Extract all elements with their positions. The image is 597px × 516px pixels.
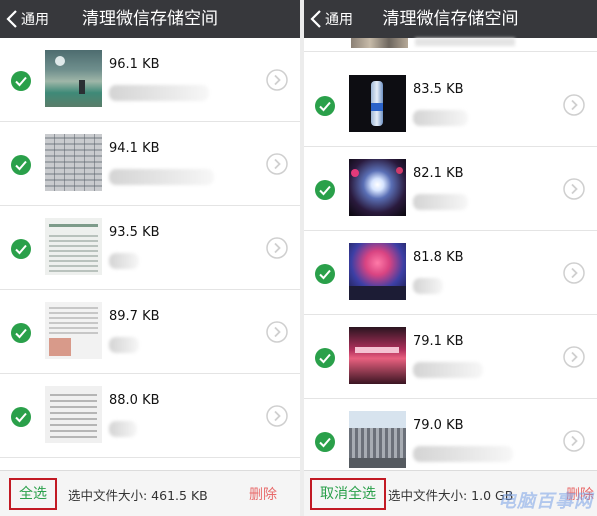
file-size: 79.1 KB (413, 334, 464, 349)
select-all-button[interactable]: 全选 (9, 478, 57, 510)
right-screen: 通用 清理微信存储空间 83.5 KB 82.1 KB 81.8 KB 79.1… (304, 0, 597, 516)
chevron-right-icon[interactable] (563, 346, 585, 368)
check-circle-icon[interactable] (315, 348, 335, 368)
file-size: 89.7 KB (109, 309, 160, 324)
check-circle-icon[interactable] (315, 432, 335, 452)
chevron-right-icon[interactable] (563, 178, 585, 200)
file-info-blurred (109, 421, 137, 437)
check-circle-icon[interactable] (11, 71, 31, 91)
file-size: 82.1 KB (413, 166, 464, 181)
image-thumbnail (349, 411, 406, 468)
image-thumbnail (349, 159, 406, 216)
watermark-logo: 电脑百事网 (498, 491, 593, 512)
file-info-blurred (413, 362, 483, 378)
image-thumbnail (349, 243, 406, 300)
selected-size-label: 选中文件大小: 1.0 GB (388, 488, 514, 503)
file-info-blurred (413, 446, 513, 462)
file-size: 94.1 KB (109, 141, 160, 156)
list-item[interactable]: 82.1 KB (304, 147, 597, 231)
list-item[interactable]: 88.0 KB (0, 374, 300, 458)
image-thumbnail (351, 38, 408, 48)
page-title: 清理微信存储空间 (82, 9, 218, 29)
list-item[interactable]: 79.1 KB (304, 315, 597, 399)
deselect-all-button[interactable]: 取消全选 (310, 478, 386, 510)
nav-bar: 通用 清理微信存储空间 (304, 0, 597, 38)
file-info-blurred (413, 110, 468, 126)
chevron-right-icon[interactable] (563, 262, 585, 284)
delete-button[interactable]: 删除 (249, 484, 277, 504)
image-thumbnail (349, 75, 406, 132)
file-size: 79.0 KB (413, 418, 464, 433)
chevron-right-icon[interactable] (266, 405, 288, 427)
list-item[interactable]: 93.5 KB (0, 206, 300, 290)
chevron-right-icon[interactable] (266, 237, 288, 259)
chevron-right-icon[interactable] (266, 321, 288, 343)
image-thumbnail (45, 386, 102, 443)
nav-bar: 通用 清理微信存储空间 (0, 0, 300, 38)
list-item[interactable]: 94.1 KB (0, 122, 300, 206)
image-thumbnail (45, 50, 102, 107)
list-item[interactable]: 83.5 KB (304, 63, 597, 147)
check-circle-icon[interactable] (11, 323, 31, 343)
page-title: 清理微信存储空间 (382, 9, 519, 29)
file-size: 88.0 KB (109, 393, 160, 408)
check-circle-icon[interactable] (11, 407, 31, 427)
chevron-right-icon[interactable] (266, 153, 288, 175)
image-thumbnail (45, 218, 102, 275)
file-size: 96.1 KB (109, 57, 160, 72)
file-info-blurred (109, 85, 209, 101)
bottom-toolbar: 全选 选中文件大小: 461.5 KB 删除 (0, 470, 300, 516)
file-info-blurred (413, 194, 468, 210)
file-size: 81.8 KB (413, 250, 464, 265)
selected-size-label: 选中文件大小: 461.5 KB (68, 488, 208, 503)
check-circle-icon[interactable] (315, 264, 335, 284)
chevron-right-icon[interactable] (563, 430, 585, 452)
check-circle-icon[interactable] (315, 96, 335, 116)
file-size: 93.5 KB (109, 225, 160, 240)
check-circle-icon[interactable] (315, 180, 335, 200)
left-screen: 通用 清理微信存储空间 96.1 KB 94.1 KB 93.5 KB 89.7… (0, 0, 300, 516)
chevron-right-icon[interactable] (266, 69, 288, 91)
check-circle-icon[interactable] (11, 155, 31, 175)
file-info-blurred (413, 278, 443, 294)
list-item[interactable]: 81.8 KB (304, 231, 597, 315)
file-size: 83.5 KB (413, 82, 464, 97)
file-info-blurred (109, 253, 139, 269)
check-circle-icon[interactable] (11, 239, 31, 259)
image-thumbnail (45, 134, 102, 191)
image-thumbnail (349, 327, 406, 384)
list-item-partial (304, 38, 597, 52)
file-info-blurred (109, 337, 139, 353)
chevron-right-icon[interactable] (563, 94, 585, 116)
file-info-blurred (415, 38, 515, 46)
image-thumbnail (45, 302, 102, 359)
list-item[interactable]: 96.1 KB (0, 38, 300, 122)
list-item[interactable]: 89.7 KB (0, 290, 300, 374)
file-info-blurred (109, 169, 214, 185)
